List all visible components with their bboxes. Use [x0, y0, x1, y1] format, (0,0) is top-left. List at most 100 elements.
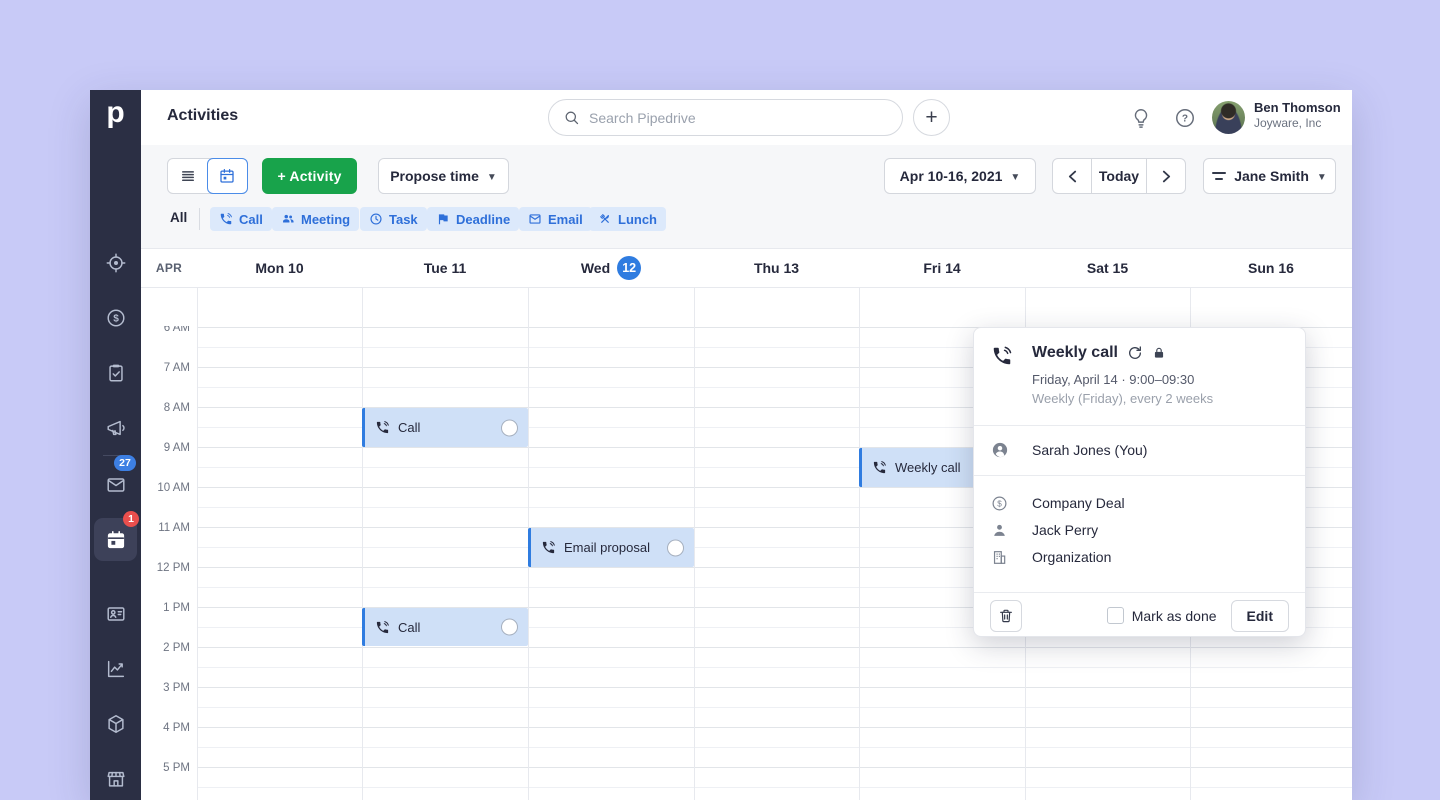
chevron-down-icon: ▼ [487, 172, 497, 183]
date-range-selector[interactable]: Apr 10-16, 2021 ▼ [884, 158, 1036, 194]
propose-time-button[interactable]: Propose time ▼ [378, 158, 509, 194]
top-bar: Activities + ? Ben Thomson Joyware, Inc [141, 90, 1352, 145]
storefront-icon [105, 768, 127, 790]
filter-chip-lunch[interactable]: Lunch [589, 207, 666, 231]
sidebar-item-products[interactable] [94, 702, 137, 745]
quick-add-button[interactable]: + [913, 99, 950, 136]
popup-divider [974, 425, 1305, 426]
day-header-sat[interactable]: Sat 15 [1025, 249, 1190, 287]
filter-icon [1212, 172, 1226, 180]
day-header-tue[interactable]: Tue 11 [362, 249, 528, 287]
global-search[interactable] [548, 99, 903, 136]
sidebar-item-deals[interactable]: $ [94, 296, 137, 339]
prev-week-button[interactable] [1053, 159, 1092, 193]
day-header-thu[interactable]: Thu 13 [694, 249, 859, 287]
trash-icon [998, 608, 1014, 624]
person-icon [991, 522, 1008, 539]
help-icon[interactable]: ? [1174, 107, 1196, 129]
chip-label: Task [389, 212, 418, 227]
popup-organization-link[interactable]: Organization [1032, 549, 1111, 565]
filter-chip-email[interactable]: Email [519, 207, 592, 231]
phone-icon [375, 620, 390, 635]
event-title: Weekly call [895, 460, 961, 475]
day-label: Thu 13 [754, 260, 799, 276]
search-input[interactable] [589, 110, 888, 126]
owner-filter-label: Jane Smith [1234, 168, 1309, 184]
sidebar-item-mail[interactable]: 27 [94, 463, 137, 506]
sidebar-item-marketplace[interactable] [94, 757, 137, 800]
popup-deal-link[interactable]: Company Deal [1032, 495, 1125, 511]
day-header-sun[interactable]: Sun 16 [1190, 249, 1352, 287]
recurrence-icon [1127, 345, 1143, 361]
add-activity-button[interactable]: + Activity [262, 158, 357, 194]
popup-attendee[interactable]: Sarah Jones (You) [1032, 442, 1147, 458]
day-label: Mon 10 [255, 260, 303, 276]
event-done-circle[interactable] [501, 619, 518, 636]
owner-filter-button[interactable]: Jane Smith ▼ [1203, 158, 1336, 194]
phone-icon [219, 212, 233, 226]
event-email-proposal[interactable]: Email proposal [528, 528, 694, 567]
sidebar-item-contacts[interactable] [94, 592, 137, 635]
hour-label: 10 AM [141, 480, 190, 496]
delete-button[interactable] [990, 600, 1022, 632]
dollar-circle-icon: $ [105, 307, 127, 329]
day-header-mon[interactable]: Mon 10 [197, 249, 362, 287]
clock-icon [369, 212, 383, 226]
user-avatar[interactable] [1212, 101, 1245, 134]
checkbox-icon[interactable] [1107, 607, 1124, 624]
list-view-button[interactable] [168, 159, 208, 193]
day-label: Fri 14 [923, 260, 960, 276]
desktop-background: p $ 27 1 [0, 0, 1440, 800]
calendar-view-button[interactable] [207, 158, 249, 194]
calendar-day-header: APR Mon 10 Tue 11 Wed 12 Thu 13 Fri 14 S… [141, 248, 1352, 288]
filter-chip-task[interactable]: Task [360, 207, 427, 231]
chart-line-icon [105, 658, 127, 680]
day-header-wed[interactable]: Wed 12 [528, 249, 694, 287]
chip-label: Meeting [301, 212, 350, 227]
hour-label: 11 AM [141, 520, 190, 536]
chevron-right-icon [1162, 170, 1171, 183]
search-icon [563, 109, 580, 126]
phone-icon [541, 540, 556, 555]
next-week-button[interactable] [1146, 159, 1185, 193]
svg-text:?: ? [1182, 114, 1188, 125]
lightbulb-icon[interactable] [1130, 107, 1152, 129]
sidebar-item-insights[interactable] [94, 647, 137, 690]
svg-text:$: $ [113, 313, 119, 324]
edit-button[interactable]: Edit [1231, 600, 1289, 632]
user-menu[interactable]: Ben Thomson Joyware, Inc [1254, 100, 1341, 131]
day-header-fri[interactable]: Fri 14 [859, 249, 1025, 287]
lock-icon [1152, 346, 1166, 360]
filter-all[interactable]: All [170, 210, 187, 225]
event-done-circle[interactable] [667, 539, 684, 556]
sidebar-item-activities-list[interactable] [94, 351, 137, 394]
filter-chip-meeting[interactable]: Meeting [272, 207, 359, 231]
month-label: APR [141, 249, 197, 287]
event-call-tue-1pm[interactable]: Call [362, 608, 528, 646]
clipboard-check-icon [105, 362, 127, 384]
package-icon [105, 713, 127, 735]
date-nav-group: Today [1052, 158, 1186, 194]
sidebar-item-calendar[interactable]: 1 [94, 518, 137, 561]
sidebar-item-leads[interactable] [94, 241, 137, 284]
event-call-tue-8am[interactable]: Call [362, 408, 528, 447]
popup-contact-link[interactable]: Jack Perry [1032, 522, 1098, 538]
calendar-icon [105, 529, 127, 551]
sidebar-item-campaigns[interactable] [94, 406, 137, 449]
hour-label: 3 PM [141, 680, 190, 696]
email-icon [528, 212, 542, 226]
pipedrive-logo[interactable]: p [90, 90, 141, 141]
event-done-circle[interactable] [501, 419, 518, 436]
filter-chip-deadline[interactable]: Deadline [427, 207, 519, 231]
filter-chip-call[interactable]: Call [210, 207, 272, 231]
today-button[interactable]: Today [1092, 159, 1146, 193]
chip-label: Deadline [456, 212, 510, 227]
hour-label: 8 AM [141, 400, 190, 416]
chevron-left-icon [1068, 170, 1077, 183]
hour-label: 9 AM [141, 440, 190, 456]
mark-as-done-toggle[interactable]: Mark as done [1107, 607, 1217, 624]
mark-as-done-label: Mark as done [1132, 608, 1217, 624]
flag-icon [436, 212, 450, 226]
user-name: Ben Thomson [1254, 100, 1341, 116]
phone-icon [375, 420, 390, 435]
